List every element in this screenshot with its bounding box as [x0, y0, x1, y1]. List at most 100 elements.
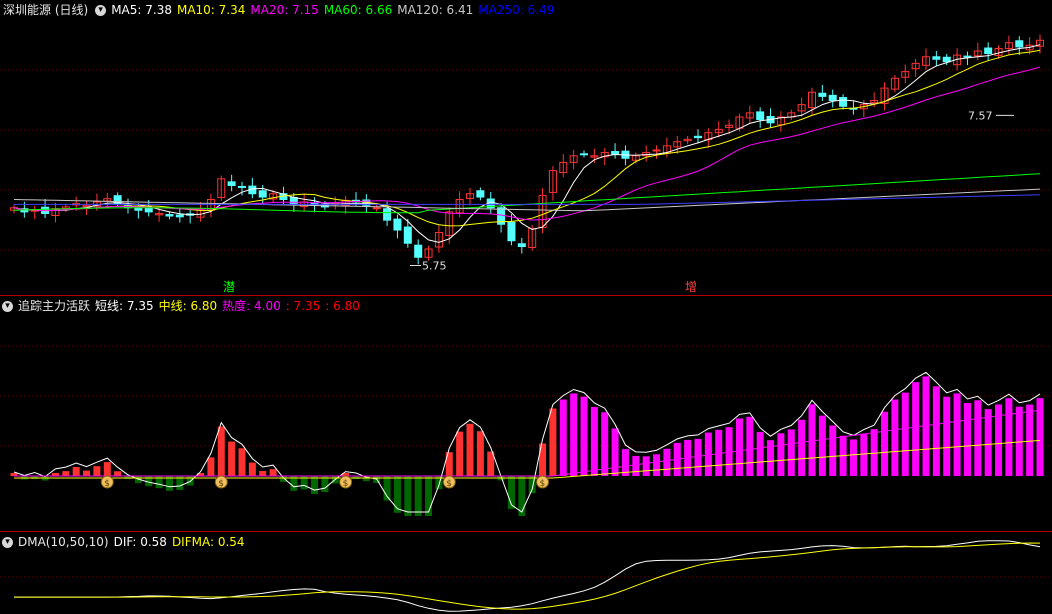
ma20-line	[13, 66, 1041, 221]
difma-line	[14, 542, 1041, 610]
activity-bar	[849, 439, 857, 476]
activity-bar	[943, 396, 951, 476]
ma-label-2: MA20: 7.15	[250, 3, 319, 17]
main-title: 深圳能源 (日线)	[3, 3, 89, 17]
candle-body	[963, 55, 972, 58]
activity-bar	[891, 399, 899, 476]
ma-label-1: MA10: 7.34	[176, 3, 246, 17]
money-bag-symbol: $	[540, 479, 546, 489]
activity-bar	[570, 393, 578, 476]
tracking-label-2: 热度: 4.00	[222, 299, 281, 313]
candle-body	[932, 56, 941, 60]
activity-bar	[1026, 404, 1034, 476]
activity-bar	[207, 457, 215, 476]
activity-bar	[818, 415, 826, 476]
activity-bar	[425, 476, 433, 516]
candle-body	[238, 185, 246, 188]
candle-body	[828, 94, 837, 102]
money-bag-symbol: $	[343, 479, 349, 489]
activity-bar	[466, 423, 474, 476]
money-bag-icon: $	[339, 475, 353, 489]
dif-line	[14, 540, 1041, 612]
ma-label-0: MA5: 7.38	[111, 3, 172, 17]
main-settings-icon[interactable]: ▾	[95, 4, 107, 16]
candle-body	[165, 214, 174, 217]
activity-bar	[1005, 398, 1013, 476]
high-annotation: 7.57	[968, 109, 993, 122]
candlestick-chart: 7.57 5.75 潜 增	[0, 34, 1052, 294]
candle-body	[580, 153, 588, 156]
dma-header: ▾ DMA(10,50,10) DIF: 0.58 DIFMA: 0.54	[0, 534, 255, 550]
activity-bar	[881, 411, 889, 476]
activity-bar	[186, 476, 194, 486]
activity-bar	[476, 431, 484, 476]
tracking-header: ▾ 追踪主力活跃 短线: 7.35 中线: 6.80 热度: 4.00: 7.35:…	[0, 298, 370, 314]
candle-body	[839, 97, 848, 107]
low-annotation: 5.75	[422, 260, 447, 273]
money-bag-icon: $	[214, 475, 228, 489]
activity-bar	[611, 428, 619, 476]
activity-bar	[103, 462, 111, 476]
candle-body	[694, 135, 702, 139]
ma-label-3: MA60: 6.66	[323, 3, 393, 17]
activity-bar	[590, 406, 598, 476]
ma-label-4: MA120: 6.41	[397, 3, 474, 17]
activity-bar	[829, 425, 837, 476]
dma-settings-icon[interactable]: ▾	[2, 536, 13, 548]
activity-bar	[393, 476, 401, 513]
activity-bar	[559, 399, 567, 476]
activity-bar	[694, 438, 702, 476]
tracking-label-4: : 6.80	[325, 299, 360, 313]
activity-bar	[984, 409, 992, 476]
activity-bar	[756, 431, 764, 476]
candle-body	[144, 207, 153, 213]
candle-body	[393, 218, 402, 231]
candle-body	[652, 149, 661, 152]
activity-bar	[62, 471, 70, 476]
activity-bar	[663, 448, 671, 476]
activity-bar	[228, 441, 236, 476]
candle-body	[258, 190, 267, 198]
money-bag-icon: $	[536, 475, 550, 489]
activity-bar	[72, 467, 80, 476]
activity-bar	[735, 418, 743, 476]
activity-bar	[953, 393, 961, 476]
activity-bar	[974, 400, 982, 476]
activity-bar	[414, 476, 422, 516]
tracking-chart: $ $ $ $ $	[0, 345, 1052, 516]
money-bag-symbol: $	[104, 479, 110, 489]
ma5-line	[13, 44, 1041, 243]
main-chart-panel: 7.57 5.75 潜 增 深圳能源 (日线) ▾ MA5: 7.38 MA10: 7.…	[0, 0, 1052, 295]
signal-label: 增	[685, 280, 697, 294]
money-bag-icon: $	[442, 475, 456, 489]
tracking-settings-icon[interactable]: ▾	[2, 300, 13, 312]
money-bag-symbol: $	[218, 479, 224, 489]
activity-bar	[787, 429, 795, 476]
tracking-label-3: : 7.35	[285, 299, 321, 313]
activity-bar	[860, 433, 868, 476]
activity-bar	[963, 403, 971, 476]
activity-bar	[632, 455, 640, 476]
activity-bar	[83, 470, 91, 476]
dma-panel: ▾ DMA(10,50,10) DIF: 0.58 DIFMA: 0.54	[0, 532, 1052, 614]
activity-bar	[269, 469, 277, 476]
candle-body	[227, 181, 236, 186]
activity-bar	[1036, 398, 1044, 476]
activity-bar	[767, 440, 775, 476]
tracking-indicator-list: 短线: 7.35 中线: 6.80 热度: 4.00: 7.35: 6.80	[95, 298, 365, 314]
activity-bar	[93, 466, 101, 476]
candle-body	[818, 92, 827, 97]
ma-label-5: MA250: 6.49	[478, 3, 555, 17]
candle-body	[476, 190, 485, 198]
candle-body	[372, 207, 381, 210]
money-bag-symbol: $	[446, 479, 452, 489]
activity-bar	[932, 386, 940, 476]
tracking-title: 追踪主力活跃	[18, 299, 91, 313]
ma10-line	[13, 49, 1041, 227]
dma-label-0: DIF: 0.58	[113, 535, 167, 549]
activity-bar	[248, 462, 256, 476]
activity-bar	[217, 426, 225, 476]
candle-body	[1015, 40, 1024, 48]
candle-body	[942, 56, 951, 63]
activity-bar	[798, 419, 806, 476]
